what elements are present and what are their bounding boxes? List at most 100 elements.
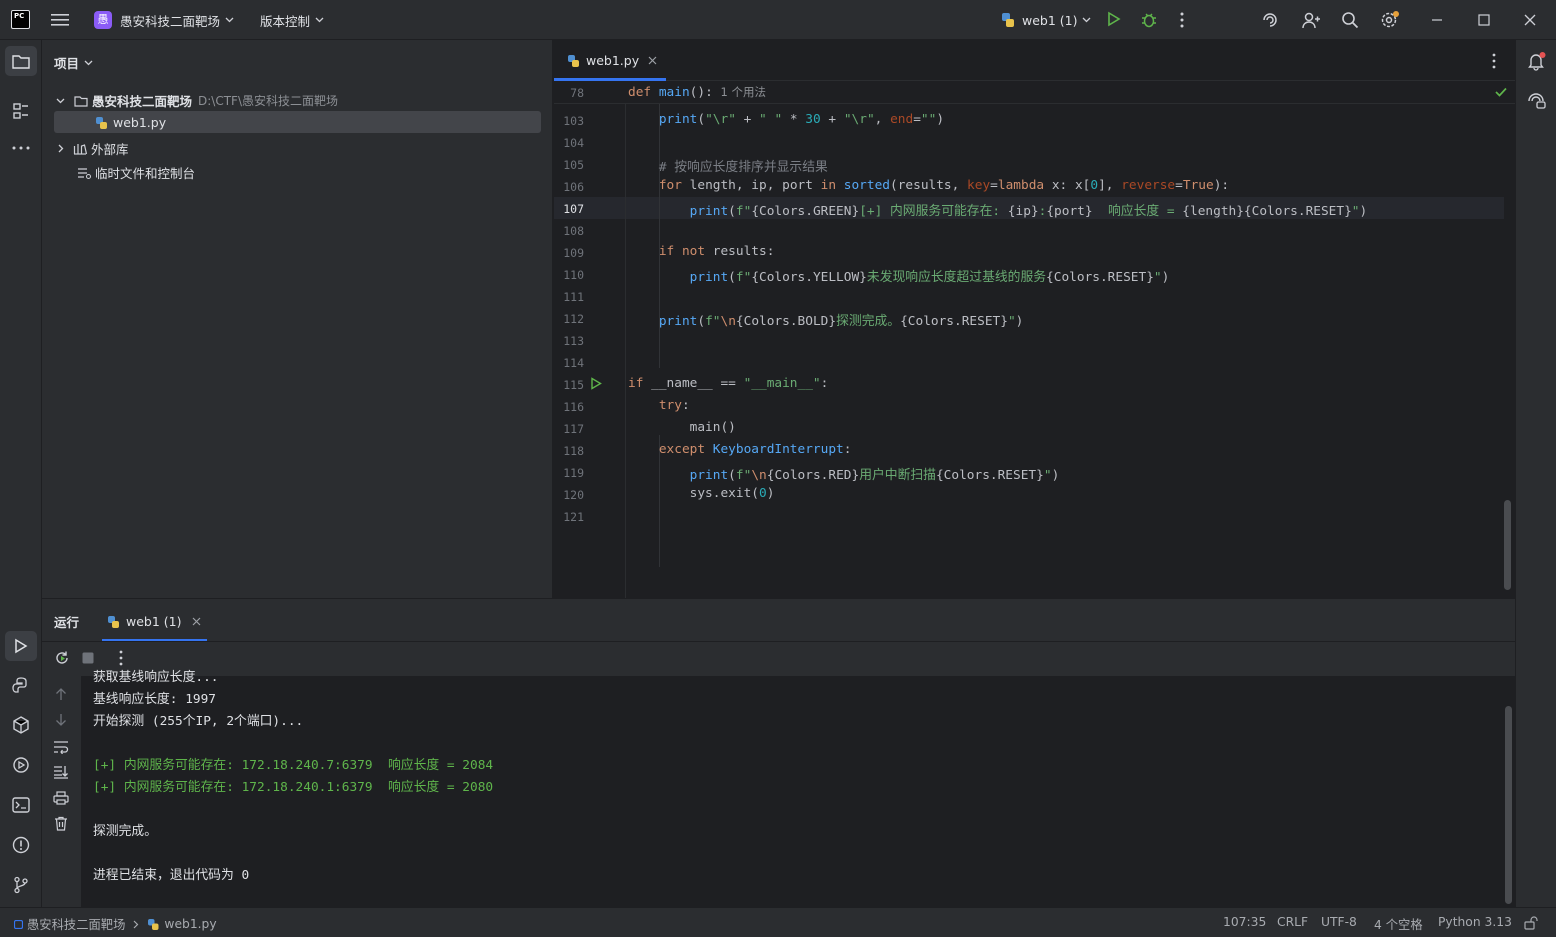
app-logo[interactable]: PC — [11, 10, 30, 29]
chevron-down-icon — [315, 17, 324, 23]
line-number: 103 — [563, 114, 584, 128]
line-number: 105 — [563, 158, 584, 172]
code-line: print(f"\n{Colors.BOLD}探测完成。{Colors.RESE… — [658, 314, 1024, 329]
tree-external-libs[interactable]: 外部库 — [58, 139, 129, 158]
tree-scratches[interactable]: 临时文件和控制台 — [77, 163, 195, 182]
tree-root[interactable]: 愚安科技二面靶场 D:\CTF\愚安科技二面靶场 — [56, 91, 338, 110]
python-icon — [107, 615, 121, 629]
problems-icon[interactable] — [12, 836, 30, 854]
code-line: for length, ip, port in sorted(results, … — [658, 178, 1230, 193]
python-packages-icon[interactable] — [12, 716, 30, 734]
line-number: 115 — [563, 378, 584, 392]
project-switcher[interactable]: 愚 愚安科技二面靶场 — [88, 6, 240, 34]
file-encoding[interactable]: UTF-8 — [1321, 915, 1357, 929]
run-tab-web1[interactable]: web1 (1) — [102, 603, 207, 642]
structure-tool-icon[interactable] — [12, 102, 30, 120]
console-line: 获取基线响应长度... — [93, 670, 219, 685]
python-console-icon[interactable] — [12, 676, 30, 694]
run-icon[interactable] — [1106, 11, 1122, 27]
search-icon[interactable] — [1341, 11, 1359, 29]
run-panel: 运行 web1 (1) 获取基线响应长度... 基线响应长度: 1997 开始探… — [42, 598, 1515, 908]
breadcrumb-file[interactable]: web1.py — [164, 917, 216, 931]
root-path: D:\CTF\愚安科技二面靶场 — [198, 94, 338, 108]
vcs-menu[interactable]: 版本控制 — [254, 6, 330, 34]
close-tab-icon[interactable] — [648, 56, 657, 65]
tree-file-web1[interactable]: web1.py — [95, 115, 166, 130]
line-number: 113 — [563, 334, 584, 348]
editor-tabs: web1.py — [554, 40, 1515, 81]
debug-icon[interactable] — [1140, 11, 1158, 29]
external-libs-label: 外部库 — [91, 142, 129, 157]
left-tool-strip — [0, 40, 42, 907]
gutter-divider — [625, 104, 626, 598]
console-scrollbar[interactable] — [1505, 706, 1512, 904]
module-icon — [14, 919, 23, 929]
right-tool-strip — [1515, 40, 1556, 907]
scroll-to-end-icon[interactable] — [53, 765, 69, 779]
console-output[interactable]: 获取基线响应长度... 基线响应长度: 1997 开始探测 (255个IP, 2… — [81, 670, 1515, 908]
more-tools-icon[interactable] — [12, 145, 30, 151]
tab-web1-py[interactable]: web1.py — [554, 40, 666, 81]
project-panel-header[interactable]: 项目 — [54, 53, 93, 72]
code-line: if __name__ == "__main__": — [628, 376, 829, 391]
arrow-down-icon[interactable] — [55, 713, 67, 727]
settings-icon[interactable] — [1380, 10, 1400, 30]
ai-assistant-icon[interactable] — [1261, 11, 1279, 29]
chevron-down-icon — [225, 17, 234, 23]
main-menu-icon[interactable] — [50, 11, 70, 29]
maximize-icon[interactable] — [1478, 14, 1490, 26]
console-line: [+] 内网服务可能存在: 172.18.240.1:6379 响应长度 = 2… — [93, 780, 494, 795]
git-icon[interactable] — [12, 876, 30, 894]
close-window-icon[interactable] — [1524, 14, 1536, 26]
status-bar: 愚安科技二面靶场 web1.py 107:35 CRLF UTF-8 4 个空格… — [0, 907, 1556, 937]
line-number: 114 — [563, 356, 584, 370]
more-actions-icon[interactable] — [1178, 11, 1186, 29]
code-line: print(f"\n{Colors.RED}用户中断扫描{Colors.RESE… — [689, 468, 1060, 483]
run-config-selector[interactable]: web1 (1) — [994, 6, 1097, 34]
line-number: 121 — [563, 510, 584, 524]
notifications-icon[interactable] — [1527, 51, 1547, 71]
run-tool-icon[interactable] — [5, 631, 37, 661]
line-number: 104 — [563, 136, 584, 150]
line-separator[interactable]: CRLF — [1277, 915, 1308, 929]
cursor-position[interactable]: 107:35 — [1223, 915, 1266, 929]
project-tool-icon[interactable] — [5, 46, 37, 76]
project-badge: 愚 — [94, 11, 112, 29]
terminal-icon[interactable] — [12, 796, 30, 814]
tab-options-icon[interactable] — [1491, 53, 1497, 69]
code-line: except KeyboardInterrupt: — [658, 442, 852, 457]
line-number: 117 — [563, 422, 584, 436]
python-interpreter[interactable]: Python 3.13 — [1438, 915, 1512, 929]
run-gutter-icon[interactable] — [590, 377, 602, 390]
minimize-icon[interactable] — [1431, 14, 1443, 26]
line-number: 78 — [570, 86, 584, 100]
chevron-down-icon — [56, 98, 65, 104]
code-line: print("\r" + " " * 30 + "\r", end="") — [658, 112, 945, 127]
breadcrumb-project[interactable]: 愚安科技二面靶场 — [27, 915, 125, 933]
sticky-header[interactable]: 78 def main(): 1 个用法 — [554, 82, 1515, 104]
chevron-right-icon — [58, 144, 64, 153]
run-panel-title: 运行 — [54, 615, 80, 630]
trash-icon[interactable] — [54, 816, 68, 831]
add-user-icon[interactable] — [1301, 11, 1321, 29]
indent-setting[interactable]: 4 个空格 — [1374, 915, 1423, 933]
chevron-down-icon — [1082, 17, 1091, 23]
lock-icon[interactable] — [1524, 916, 1538, 930]
rerun-icon[interactable] — [54, 650, 70, 666]
close-tab-icon[interactable] — [192, 617, 201, 626]
line-number: 116 — [563, 400, 584, 414]
editor-scrollbar[interactable] — [1504, 500, 1511, 590]
soft-wrap-icon[interactable] — [53, 740, 69, 754]
print-icon[interactable] — [53, 791, 69, 805]
ai-chat-icon[interactable] — [1527, 92, 1547, 110]
run-more-icon[interactable] — [118, 650, 124, 666]
console-line: 基线响应长度: 1997 — [93, 692, 217, 707]
line-number: 108 — [563, 224, 584, 238]
line-number: 111 — [563, 290, 584, 304]
arrow-up-icon[interactable] — [55, 687, 67, 701]
stop-icon[interactable] — [82, 652, 94, 664]
line-number: 106 — [563, 180, 584, 194]
line-number: 109 — [563, 246, 584, 260]
chevron-down-icon — [84, 60, 93, 66]
services-icon[interactable] — [12, 756, 30, 774]
